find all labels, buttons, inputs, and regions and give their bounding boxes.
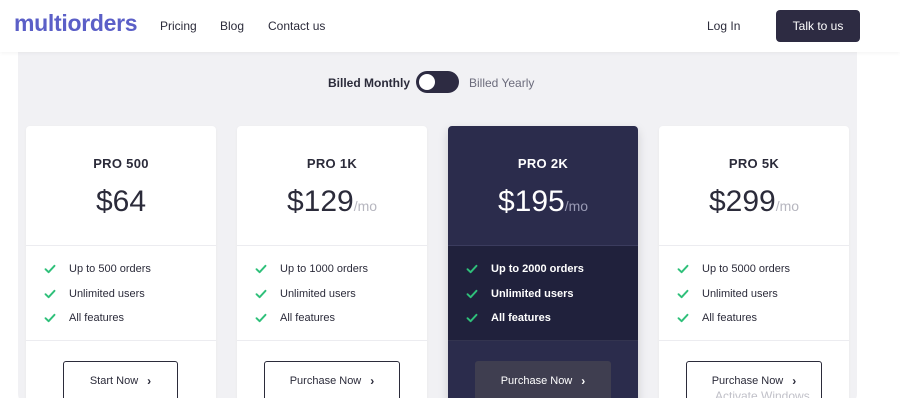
billing-toggle[interactable] — [416, 71, 459, 93]
feature-list: Up to 5000 orders Unlimited users All fe… — [659, 246, 849, 341]
price-value: $129 — [286, 185, 354, 218]
price-value: $64 — [95, 185, 147, 218]
logo[interactable]: multiorders — [14, 10, 138, 37]
purchase-now-button[interactable]: Purchase Now › — [475, 361, 611, 398]
purchase-now-button[interactable]: Purchase Now › — [264, 361, 400, 398]
feature-item: Up to 500 orders — [44, 263, 216, 288]
chevron-right-icon: › — [581, 374, 586, 388]
toggle-knob — [419, 74, 435, 90]
price-value: $299 — [708, 185, 776, 218]
feature-item: All features — [466, 312, 638, 337]
plan-price: $64 — [26, 185, 216, 219]
top-nav: multiorders Pricing Blog Contact us Log … — [0, 0, 900, 52]
check-icon — [44, 313, 56, 323]
feature-item: All features — [255, 312, 427, 337]
feature-label: Unlimited users — [69, 287, 145, 300]
plan-card-pro-1k: PRO 1K $129/mo Up to 1000 orders Unlimit… — [237, 126, 427, 398]
chevron-right-icon: › — [370, 374, 375, 388]
feature-label: Unlimited users — [491, 287, 574, 300]
feature-item: Up to 5000 orders — [677, 263, 849, 288]
feature-list: Up to 2000 orders Unlimited users All fe… — [448, 246, 638, 341]
feature-label: Up to 1000 orders — [280, 263, 369, 275]
button-label: Purchase Now — [711, 375, 784, 387]
price-period: /mo — [353, 198, 378, 214]
chevron-right-icon: › — [147, 374, 152, 388]
check-icon — [677, 313, 689, 323]
talk-to-us-button[interactable]: Talk to us — [776, 10, 860, 42]
feature-list: Up to 500 orders Unlimited users All fea… — [26, 246, 216, 341]
plan-name: PRO 2K — [517, 156, 569, 171]
feature-label: All features — [69, 312, 125, 324]
login-link[interactable]: Log In — [707, 19, 740, 33]
feature-item: Up to 2000 orders — [466, 263, 638, 288]
chevron-right-icon: › — [792, 374, 797, 388]
price-period: /mo — [564, 198, 589, 214]
check-icon — [466, 289, 478, 298]
feature-label: Up to 500 orders — [69, 263, 151, 275]
feature-item: Unlimited users — [255, 288, 427, 313]
plan-price: $299/mo — [659, 185, 849, 219]
check-icon — [466, 313, 478, 323]
feature-label: All features — [702, 312, 758, 324]
feature-label: Up to 5000 orders — [702, 263, 791, 275]
check-icon — [255, 313, 267, 323]
nav-link-contact[interactable]: Contact us — [268, 19, 325, 33]
price-value: $195 — [497, 185, 565, 218]
feature-item: All features — [677, 312, 849, 337]
feature-label: All features — [280, 312, 336, 324]
plan-price: $195/mo — [448, 185, 638, 219]
feature-label: All features — [491, 312, 551, 324]
nav-link-pricing[interactable]: Pricing — [160, 19, 197, 33]
button-label: Purchase Now — [500, 375, 573, 387]
check-icon — [44, 289, 56, 298]
feature-label: Up to 2000 orders — [491, 263, 584, 275]
price-period: /mo — [775, 198, 800, 214]
check-icon — [44, 264, 56, 274]
start-now-button[interactable]: Start Now › — [63, 361, 178, 398]
plan-card-pro-5k: PRO 5K $299/mo Up to 5000 orders Unlimit… — [659, 126, 849, 398]
feature-item: All features — [44, 312, 216, 337]
plan-card-pro-500: PRO 500 $64 Up to 500 orders Unlimited u… — [26, 126, 216, 398]
check-icon — [677, 289, 689, 298]
feature-item: Unlimited users — [44, 288, 216, 313]
check-icon — [466, 264, 478, 274]
activate-windows-watermark: Activate Windows — [715, 389, 810, 398]
plan-price: $129/mo — [237, 185, 427, 219]
button-label: Start Now — [89, 375, 139, 387]
feature-item: Up to 1000 orders — [255, 263, 427, 288]
feature-label: Unlimited users — [280, 287, 356, 300]
check-icon — [255, 264, 267, 274]
feature-list: Up to 1000 orders Unlimited users All fe… — [237, 246, 427, 341]
check-icon — [255, 289, 267, 298]
nav-link-blog[interactable]: Blog — [220, 19, 244, 33]
billed-monthly-label[interactable]: Billed Monthly — [328, 76, 410, 90]
button-label: Purchase Now — [289, 375, 362, 387]
feature-item: Unlimited users — [466, 288, 638, 313]
plan-name: PRO 5K — [728, 156, 780, 171]
plan-card-pro-2k: PRO 2K $195/mo Up to 2000 orders Unlimit… — [448, 126, 638, 398]
billed-yearly-label[interactable]: Billed Yearly — [469, 76, 534, 90]
feature-label: Unlimited users — [702, 287, 778, 300]
feature-item: Unlimited users — [677, 288, 849, 313]
plan-name: PRO 500 — [93, 156, 149, 171]
billing-toggle-row: Billed Monthly Billed Yearly — [0, 70, 900, 94]
plan-name: PRO 1K — [306, 156, 358, 171]
check-icon — [677, 264, 689, 274]
